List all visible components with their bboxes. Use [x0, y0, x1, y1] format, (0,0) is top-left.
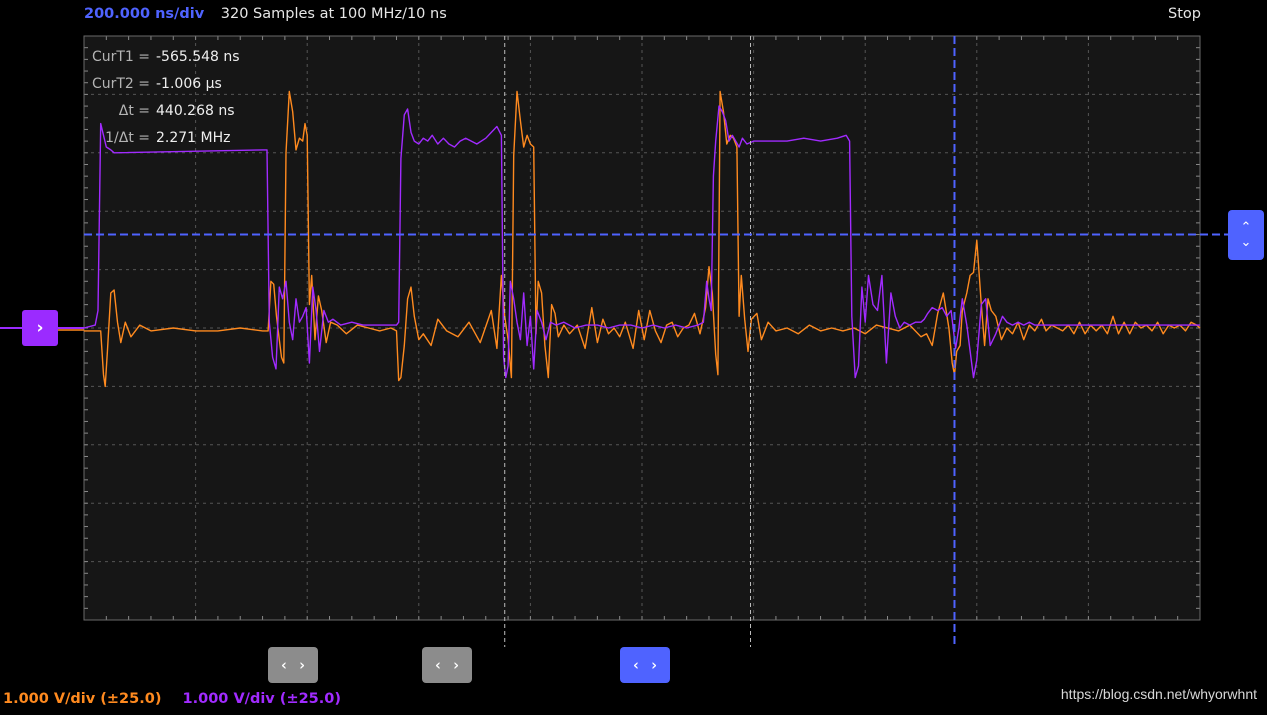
- chevron-left-right-icon: ‹ ›: [279, 656, 307, 674]
- channel-1-scale[interactable]: 1.000 V/div (±25.0): [3, 691, 161, 707]
- measurement-delta-t: Δt = 440.268 ns: [84, 98, 240, 125]
- cursor-measurements: CurT1 = -565.548 ns CurT2 = -1.006 µs Δt…: [84, 44, 240, 152]
- channel-2-scale[interactable]: 1.000 V/div (±25.0): [183, 691, 341, 707]
- measurement-label: CurT1 =: [91, 49, 150, 65]
- measurement-frequency: 1/Δt = 2.271 MHz: [84, 125, 240, 152]
- measurement-label: Δt =: [118, 103, 150, 119]
- measurement-value: 2.271 MHz: [156, 130, 231, 146]
- active-cursor-handle[interactable]: ‹ ›: [620, 647, 670, 683]
- channel-scale-bar: 1.000 V/div (±25.0) 1.000 V/div (±25.0): [3, 691, 341, 707]
- cursor-t2-handle[interactable]: ‹ ›: [422, 647, 472, 683]
- channel-offset-marker[interactable]: ›: [22, 310, 58, 346]
- horizontal-cursor-handle[interactable]: ⌃ ⌄: [1228, 210, 1264, 260]
- measurement-value: 440.268 ns: [156, 103, 235, 119]
- measurement-label: 1/Δt =: [105, 130, 150, 146]
- acquisition-bar: 200.000 ns/div 320 Samples at 100 MHz/10…: [84, 6, 1201, 28]
- cursor-t1-handle[interactable]: ‹ ›: [268, 647, 318, 683]
- measurement-label: CurT2 =: [91, 76, 150, 92]
- timebase-readout[interactable]: 200.000 ns/div: [84, 6, 204, 22]
- chevron-right-icon: ›: [36, 318, 44, 338]
- chevron-down-icon: ⌄: [1240, 235, 1252, 250]
- measurement-value: -1.006 µs: [156, 76, 222, 92]
- run-state-indicator[interactable]: Stop: [1168, 6, 1201, 22]
- watermark: https://blog.csdn.net/whyorwhnt: [1060, 686, 1257, 702]
- chevron-up-icon: ⌃: [1240, 220, 1252, 235]
- measurement-curt2: CurT2 = -1.006 µs: [84, 71, 240, 98]
- chevron-left-right-icon: ‹ ›: [631, 656, 659, 674]
- chevron-left-right-icon: ‹ ›: [433, 656, 461, 674]
- measurement-curt1: CurT1 = -565.548 ns: [84, 44, 240, 71]
- measurement-value: -565.548 ns: [156, 49, 240, 65]
- samples-readout: 320 Samples at 100 MHz/10 ns: [220, 6, 447, 22]
